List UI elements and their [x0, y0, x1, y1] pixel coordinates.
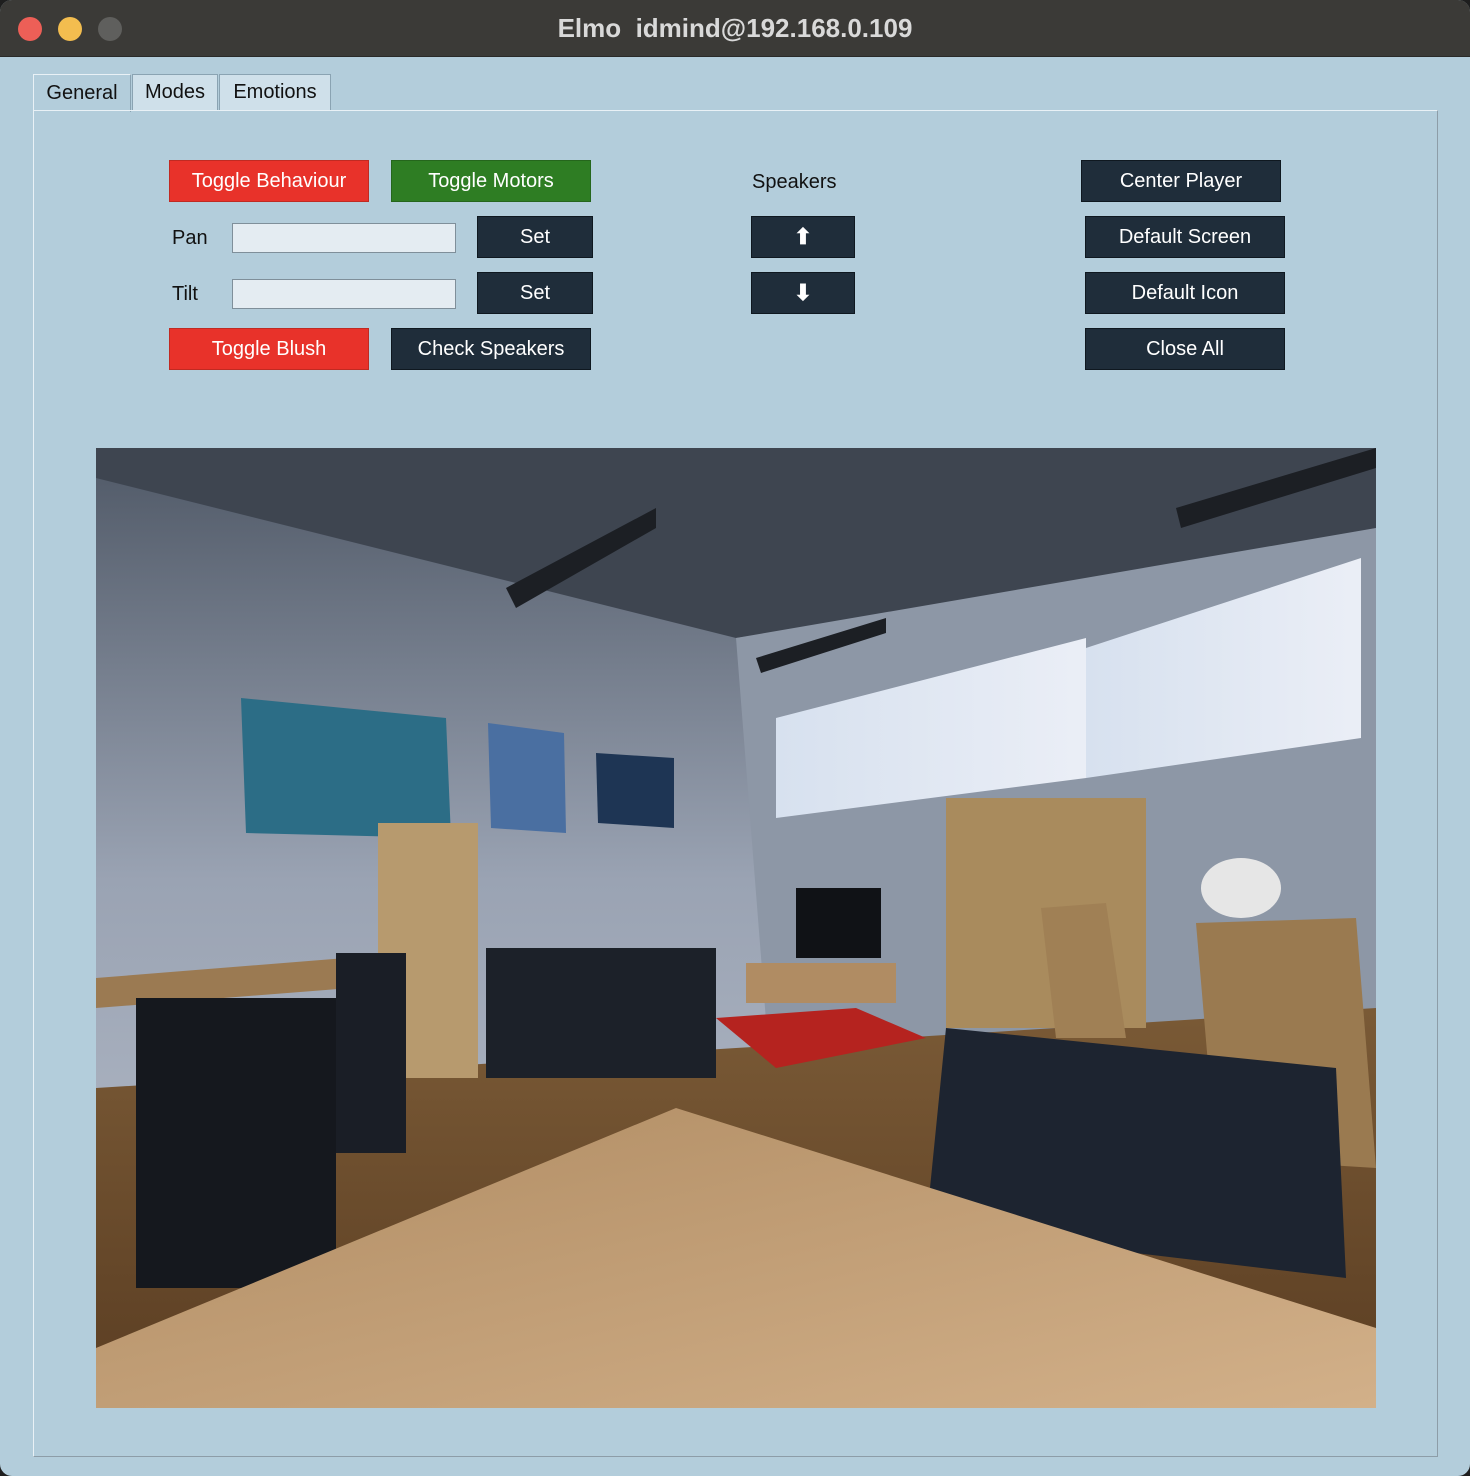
arrow-down-icon: ⬇	[793, 280, 813, 305]
tilt-label: Tilt	[172, 283, 198, 305]
window-title: Elmo idmind@192.168.0.109	[557, 13, 913, 43]
default-screen-button[interactable]: Default Screen	[1085, 216, 1285, 258]
toggle-motors-button[interactable]: Toggle Motors	[391, 160, 591, 202]
center-player-button[interactable]: Center Player	[1081, 160, 1281, 202]
toggle-blush-button[interactable]: Toggle Blush	[169, 328, 369, 370]
speakers-label: Speakers	[752, 171, 837, 193]
default-icon-button[interactable]: Default Icon	[1085, 272, 1285, 314]
tab-emotions[interactable]: Emotions	[219, 74, 331, 110]
camera-image	[96, 448, 1376, 1408]
toggle-behaviour-button[interactable]: Toggle Behaviour	[169, 160, 369, 202]
app-window: Elmo idmind@192.168.0.109 General Modes …	[0, 0, 1470, 1476]
title-bar: Elmo idmind@192.168.0.109	[0, 0, 1470, 57]
close-all-button[interactable]: Close All	[1085, 328, 1285, 370]
pan-input[interactable]	[232, 223, 456, 253]
pan-set-button[interactable]: Set	[477, 216, 593, 258]
tab-modes[interactable]: Modes	[132, 74, 218, 110]
arrow-up-icon: ⬆	[793, 224, 813, 249]
tab-general[interactable]: General	[33, 74, 131, 112]
tilt-set-button[interactable]: Set	[477, 272, 593, 314]
volume-down-button[interactable]: ⬇	[751, 272, 855, 314]
volume-up-button[interactable]: ⬆	[751, 216, 855, 258]
check-speakers-button[interactable]: Check Speakers	[391, 328, 591, 370]
tilt-input[interactable]	[232, 279, 456, 309]
camera-feed	[96, 448, 1376, 1408]
pan-label: Pan	[172, 227, 208, 249]
